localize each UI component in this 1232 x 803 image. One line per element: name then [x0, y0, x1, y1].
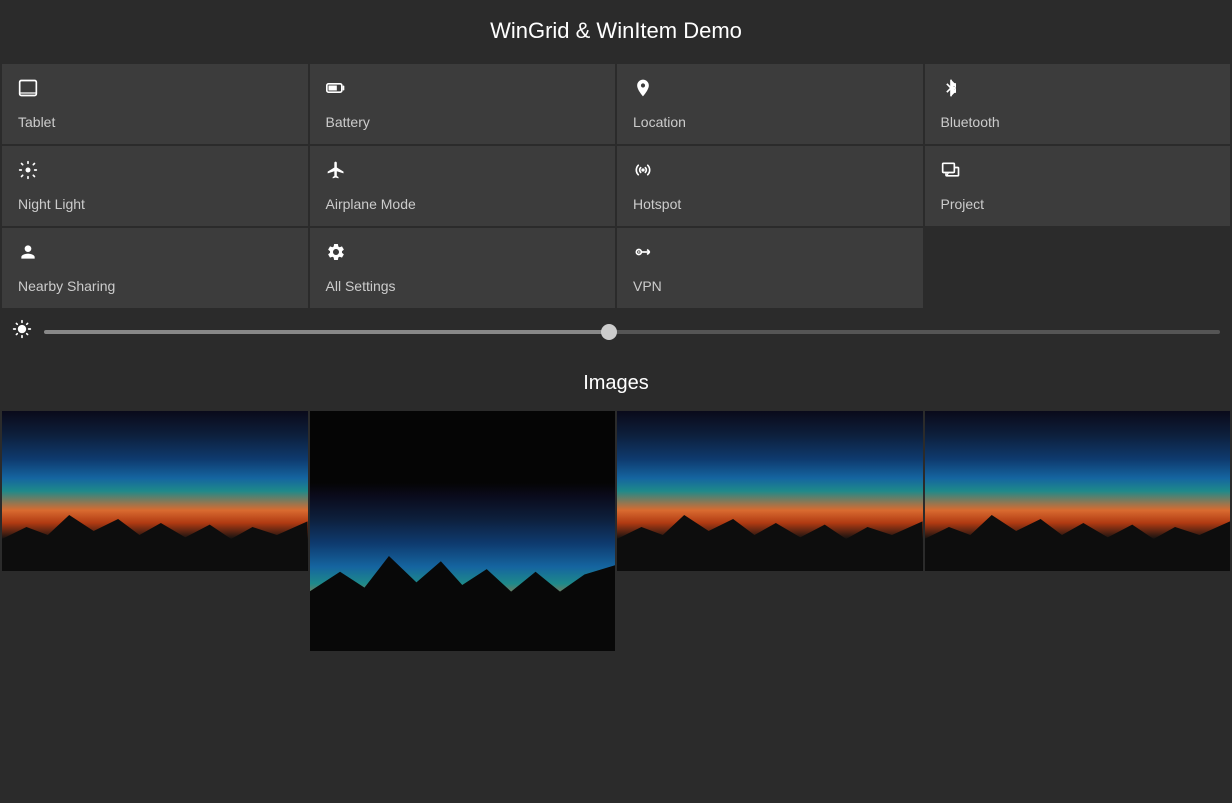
- location-label: Location: [633, 114, 907, 130]
- hotspot-tile[interactable]: Hotspot: [617, 146, 923, 226]
- nearby-sharing-label: Nearby Sharing: [18, 278, 292, 294]
- tablet-tile[interactable]: Tablet: [2, 64, 308, 144]
- quick-settings-grid: Tablet Battery Location: [2, 64, 1230, 308]
- all-settings-icon: [326, 242, 600, 265]
- location-tile[interactable]: Location: [617, 64, 923, 144]
- vpn-tile[interactable]: VPN: [617, 228, 923, 308]
- location-icon: [633, 78, 907, 101]
- battery-icon: [326, 78, 600, 101]
- tablet-label: Tablet: [18, 114, 292, 130]
- tablet-icon: [18, 78, 292, 101]
- page-title: WinGrid & WinItem Demo: [0, 0, 1232, 64]
- battery-label: Battery: [326, 114, 600, 130]
- empty-cell: [925, 228, 1231, 308]
- nearby-sharing-icon: [18, 242, 292, 265]
- brightness-slider[interactable]: [44, 330, 1220, 334]
- hotspot-icon: [633, 160, 907, 183]
- images-section-title: Images: [2, 372, 1230, 395]
- brightness-row: [2, 311, 1230, 352]
- vpn-label: VPN: [633, 278, 907, 294]
- image-item-4[interactable]: [925, 411, 1231, 571]
- all-settings-tile[interactable]: All Settings: [310, 228, 616, 308]
- bluetooth-icon: [941, 78, 1215, 101]
- brightness-icon: [12, 319, 32, 344]
- night-light-icon: [18, 160, 292, 183]
- airplane-mode-icon: [326, 160, 600, 183]
- image-item-1[interactable]: [2, 411, 308, 571]
- bluetooth-tile[interactable]: Bluetooth: [925, 64, 1231, 144]
- image-item-2[interactable]: [310, 411, 616, 651]
- battery-tile[interactable]: Battery: [310, 64, 616, 144]
- images-grid: [2, 411, 1230, 651]
- project-icon: [941, 160, 1215, 183]
- vpn-icon: [633, 242, 907, 265]
- airplane-mode-label: Airplane Mode: [326, 196, 600, 212]
- project-label: Project: [941, 196, 1215, 212]
- images-section: Images: [0, 372, 1232, 651]
- night-light-label: Night Light: [18, 196, 292, 212]
- all-settings-label: All Settings: [326, 278, 600, 294]
- nearby-sharing-tile[interactable]: Nearby Sharing: [2, 228, 308, 308]
- night-light-tile[interactable]: Night Light: [2, 146, 308, 226]
- bluetooth-label: Bluetooth: [941, 114, 1215, 130]
- airplane-mode-tile[interactable]: Airplane Mode: [310, 146, 616, 226]
- hotspot-label: Hotspot: [633, 196, 907, 212]
- image-item-3[interactable]: [617, 411, 923, 571]
- project-tile[interactable]: Project: [925, 146, 1231, 226]
